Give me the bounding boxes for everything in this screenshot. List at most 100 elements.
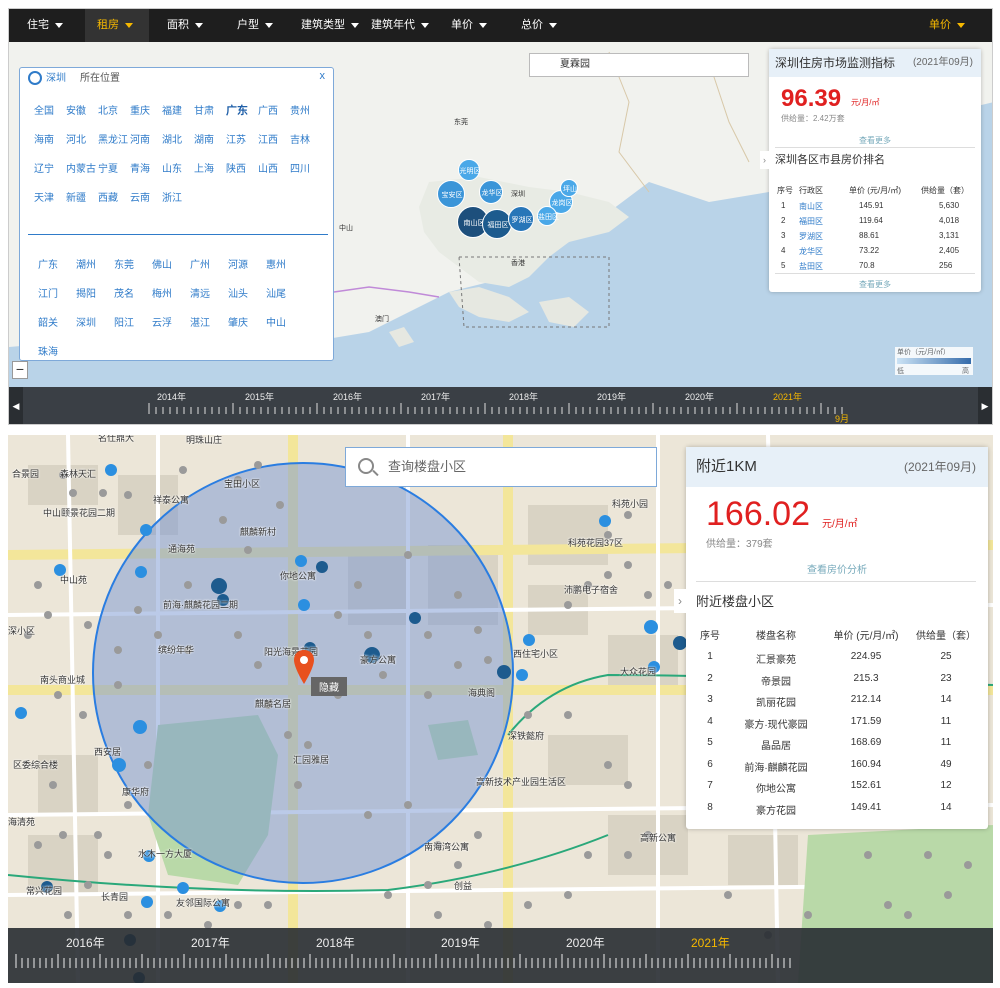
timeline-year[interactable]: 2018年 — [509, 390, 538, 403]
province-item[interactable]: 河北 — [66, 131, 86, 146]
property-dot[interactable] — [524, 711, 532, 719]
place-label[interactable]: 麒麟新村 — [240, 525, 276, 538]
place-label[interactable]: 友邻国际公寓 — [176, 896, 230, 909]
property-dot[interactable] — [624, 781, 632, 789]
property-dot[interactable] — [234, 901, 242, 909]
district-bubble[interactable]: 宝安区 — [437, 180, 465, 208]
property-dot[interactable] — [673, 636, 687, 650]
property-dot[interactable] — [284, 731, 292, 739]
sort-unit-price-button[interactable]: 单价 — [917, 9, 977, 42]
place-label[interactable]: 高新技术产业园生活区 — [476, 775, 566, 788]
province-item[interactable]: 新疆 — [66, 189, 86, 204]
district-bubble[interactable]: 龙华区 — [479, 180, 503, 204]
property-dot[interactable] — [644, 620, 658, 634]
city-item[interactable]: 揭阳 — [76, 285, 96, 300]
place-label[interactable]: 南头商业城 — [40, 673, 85, 686]
city-item[interactable]: 河源 — [228, 256, 248, 271]
province-item[interactable]: 安徽 — [66, 102, 86, 117]
property-dot[interactable] — [924, 851, 932, 859]
timeline-year[interactable]: 2021年 — [773, 390, 802, 403]
province-item[interactable]: 天津 — [34, 189, 54, 204]
property-dot[interactable] — [404, 801, 412, 809]
property-dot[interactable] — [454, 861, 462, 869]
city-item[interactable]: 茂名 — [114, 285, 134, 300]
place-label[interactable]: 你地公寓 — [280, 569, 316, 582]
place-label[interactable]: 豪方公寓 — [360, 653, 396, 666]
property-dot[interactable] — [904, 911, 912, 919]
province-item[interactable]: 陕西 — [226, 160, 246, 175]
property-dot[interactable] — [364, 631, 372, 639]
province-item[interactable]: 河南 — [130, 131, 150, 146]
province-item[interactable]: 湖北 — [162, 131, 182, 146]
zoom-out-button[interactable]: − — [12, 361, 28, 379]
timeline-ticks[interactable] — [8, 928, 993, 983]
city-item[interactable]: 佛山 — [152, 256, 172, 271]
filter-type-button[interactable]: 住宅 — [15, 9, 75, 42]
province-item[interactable]: 海南 — [34, 131, 54, 146]
province-item[interactable]: 湖南 — [194, 131, 214, 146]
district-link[interactable]: 福田区 — [799, 216, 823, 227]
province-item[interactable]: 福建 — [162, 102, 182, 117]
place-label[interactable]: 汇园雅居 — [293, 753, 329, 766]
property-dot[interactable] — [124, 911, 132, 919]
place-label[interactable]: 西住宅小区 — [513, 647, 558, 660]
property-dot[interactable] — [79, 711, 87, 719]
property-dot[interactable] — [804, 911, 812, 919]
property-dot[interactable] — [179, 466, 187, 474]
property-name[interactable]: 汇景豪苑 — [741, 651, 811, 666]
property-dot[interactable] — [84, 621, 92, 629]
property-name[interactable]: 晶品居 — [741, 737, 811, 752]
property-dot[interactable] — [516, 669, 528, 681]
property-name[interactable]: 帝景园 — [741, 673, 811, 688]
province-item[interactable]: 吉林 — [290, 131, 310, 146]
property-dot[interactable] — [304, 741, 312, 749]
province-item[interactable]: 江西 — [258, 131, 278, 146]
property-dot[interactable] — [474, 831, 482, 839]
property-dot[interactable] — [141, 896, 153, 908]
property-name[interactable]: 你地公寓 — [741, 780, 811, 795]
property-dot[interactable] — [59, 831, 67, 839]
timeline-year[interactable]: 2015年 — [245, 390, 274, 403]
place-label[interactable]: 名仕鼎大 — [98, 435, 134, 444]
filter-unit-price-button[interactable]: 单价 — [439, 9, 499, 42]
province-item[interactable]: 重庆 — [130, 102, 150, 117]
district-bubble[interactable]: 光明区 — [458, 159, 481, 181]
property-dot[interactable] — [624, 561, 632, 569]
province-item[interactable]: 青海 — [130, 160, 150, 175]
property-dot[interactable] — [454, 591, 462, 599]
place-label[interactable]: 缤纷年华 — [158, 643, 194, 656]
district-bubble[interactable]: 福田区 — [482, 209, 512, 239]
place-label[interactable]: 森林天汇 — [60, 467, 96, 480]
property-dot[interactable] — [140, 524, 152, 536]
property-dot[interactable] — [177, 882, 189, 894]
property-dot[interactable] — [434, 911, 442, 919]
view-more-link[interactable]: 查看更多 — [769, 135, 981, 146]
property-dot[interactable] — [211, 578, 227, 594]
province-item[interactable]: 黑龙江 — [98, 131, 128, 146]
property-dot[interactable] — [379, 671, 387, 679]
place-label[interactable]: 深铁懿府 — [508, 729, 544, 742]
place-label[interactable]: 长青园 — [101, 890, 128, 903]
property-dot[interactable] — [99, 489, 107, 497]
property-dot[interactable] — [133, 720, 147, 734]
property-dot[interactable] — [34, 581, 42, 589]
city-item[interactable]: 汕尾 — [266, 285, 286, 300]
province-item[interactable]: 山东 — [162, 160, 182, 175]
property-dot[interactable] — [384, 891, 392, 899]
property-dot[interactable] — [409, 612, 421, 624]
place-label[interactable]: 大众花园 — [620, 665, 656, 678]
property-dot[interactable] — [105, 464, 117, 476]
property-dot[interactable] — [604, 571, 612, 579]
property-dot[interactable] — [254, 461, 262, 469]
place-label[interactable]: 常兴花园 — [26, 884, 62, 897]
chevron-right-icon[interactable]: › — [674, 589, 686, 613]
district-link[interactable]: 龙华区 — [799, 246, 823, 257]
place-label[interactable]: 宝田小区 — [224, 477, 260, 490]
timeline-year[interactable]: 2017年 — [421, 390, 450, 403]
timeline-year[interactable]: 2014年 — [157, 390, 186, 403]
filter-layout-button[interactable]: 户型 — [225, 9, 285, 42]
property-dot[interactable] — [54, 691, 62, 699]
province-item[interactable]: 上海 — [194, 160, 214, 175]
place-label[interactable]: 深小区 — [8, 624, 35, 637]
property-dot[interactable] — [599, 515, 611, 527]
